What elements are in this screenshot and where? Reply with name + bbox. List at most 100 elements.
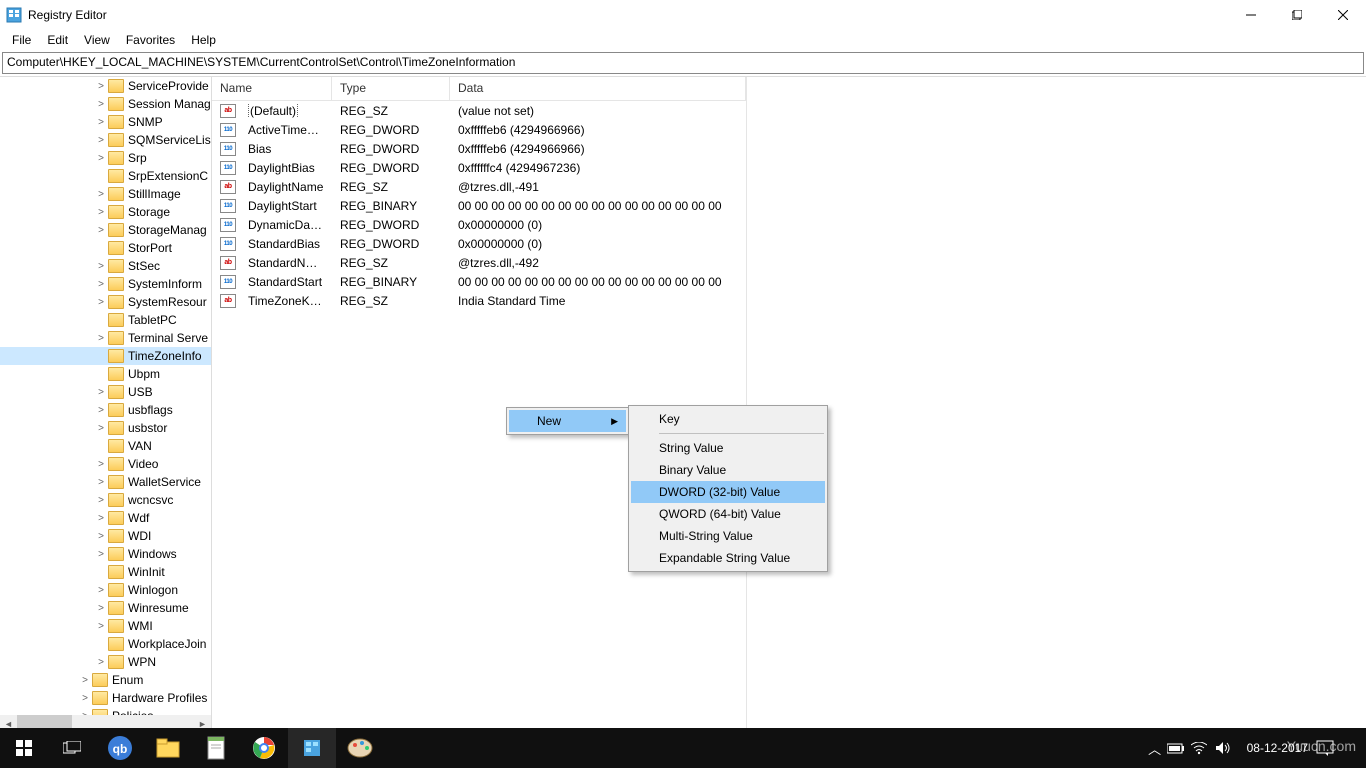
tree-item[interactable]: >WDI (0, 527, 211, 545)
tree-item[interactable]: >Wdf (0, 509, 211, 527)
expand-icon[interactable]: > (95, 261, 107, 272)
ctx-item[interactable]: QWORD (64-bit) Value (631, 503, 825, 525)
tree-item[interactable]: WorkplaceJoin (0, 635, 211, 653)
expand-icon[interactable]: > (95, 621, 107, 632)
expand-icon[interactable]: > (95, 99, 107, 110)
list-row[interactable]: StandardNameREG_SZ@tzres.dll,-492 (212, 253, 746, 272)
expand-icon[interactable]: > (95, 333, 107, 344)
expand-icon[interactable]: > (95, 225, 107, 236)
close-button[interactable] (1320, 0, 1366, 30)
col-data[interactable]: Data (450, 77, 746, 100)
tree-item[interactable]: >SQMServiceLis (0, 131, 211, 149)
tree-item[interactable]: >Video (0, 455, 211, 473)
list-row[interactable]: ActiveTimeBiasREG_DWORD0xfffffeb6 (42949… (212, 120, 746, 139)
tree-item[interactable]: >Terminal Serve (0, 329, 211, 347)
taskbar-app-explorer[interactable] (144, 728, 192, 768)
expand-icon[interactable]: > (95, 477, 107, 488)
expand-icon[interactable]: > (95, 279, 107, 290)
menu-file[interactable]: File (4, 31, 39, 49)
expand-icon[interactable]: > (79, 693, 91, 704)
tree-item[interactable]: >WalletService (0, 473, 211, 491)
expand-icon[interactable]: > (95, 117, 107, 128)
ctx-item[interactable]: Binary Value (631, 459, 825, 481)
expand-icon[interactable]: > (95, 387, 107, 398)
col-name[interactable]: Name (212, 77, 332, 100)
tray-battery-icon[interactable] (1167, 743, 1191, 754)
menu-help[interactable]: Help (183, 31, 224, 49)
expand-icon[interactable]: > (79, 675, 91, 686)
expand-icon[interactable]: > (95, 603, 107, 614)
tray-wifi-icon[interactable] (1191, 742, 1215, 755)
list-row[interactable]: DaylightStartREG_BINARY00 00 00 00 00 00… (212, 196, 746, 215)
expand-icon[interactable]: > (95, 81, 107, 92)
taskview-button[interactable] (48, 728, 96, 768)
menu-favorites[interactable]: Favorites (118, 31, 183, 49)
start-button[interactable] (0, 728, 48, 768)
tree-item[interactable]: >usbstor (0, 419, 211, 437)
system-tray[interactable]: ︿ 08-12-2017 (1143, 728, 1366, 768)
list-row[interactable]: DaylightBiasREG_DWORD0xffffffc4 (4294967… (212, 158, 746, 177)
expand-icon[interactable]: > (95, 459, 107, 470)
expand-icon[interactable]: > (95, 207, 107, 218)
tree-item[interactable]: >SystemInform (0, 275, 211, 293)
ctx-item[interactable]: String Value (631, 437, 825, 459)
col-type[interactable]: Type (332, 77, 450, 100)
taskbar-app-paint[interactable] (336, 728, 384, 768)
expand-icon[interactable]: > (95, 513, 107, 524)
tree-item[interactable]: >WPN (0, 653, 211, 671)
expand-icon[interactable]: > (95, 549, 107, 560)
tree-item[interactable]: >SystemResour (0, 293, 211, 311)
taskbar-app-regedit[interactable] (288, 728, 336, 768)
list-row[interactable]: (Default)REG_SZ(value not set) (212, 101, 746, 120)
ctx-item[interactable]: Multi-String Value (631, 525, 825, 547)
taskbar-app-qbit[interactable]: qb (96, 728, 144, 768)
list-row[interactable]: DynamicDayligh...REG_DWORD0x00000000 (0) (212, 215, 746, 234)
ctx-item[interactable]: Key (631, 408, 825, 430)
tree-item[interactable]: >Hardware Profiles (0, 689, 211, 707)
tray-chevron-up-icon[interactable]: ︿ (1143, 739, 1167, 758)
address-bar[interactable]: Computer\HKEY_LOCAL_MACHINE\SYSTEM\Curre… (2, 52, 1364, 74)
tree-item[interactable]: >StillImage (0, 185, 211, 203)
list-view[interactable]: Name Type Data (Default)REG_SZ(value not… (212, 77, 1366, 732)
minimize-button[interactable] (1228, 0, 1274, 30)
tree-item[interactable]: TimeZoneInfo (0, 347, 211, 365)
expand-icon[interactable]: > (95, 657, 107, 668)
taskbar-app-chrome[interactable] (240, 728, 288, 768)
list-row[interactable]: StandardBiasREG_DWORD0x00000000 (0) (212, 234, 746, 253)
expand-icon[interactable]: > (95, 531, 107, 542)
expand-icon[interactable]: > (95, 189, 107, 200)
tree-item[interactable]: SrpExtensionC (0, 167, 211, 185)
tree-item[interactable]: VAN (0, 437, 211, 455)
ctx-item[interactable]: Expandable String Value (631, 547, 825, 569)
expand-icon[interactable]: > (95, 585, 107, 596)
tree-view[interactable]: >ServiceProvide>Session Manag>SNMP>SQMSe… (0, 77, 212, 732)
tray-clock[interactable]: 08-12-2017 (1239, 741, 1316, 755)
menu-view[interactable]: View (76, 31, 118, 49)
tree-item[interactable]: >WMI (0, 617, 211, 635)
tree-item[interactable]: >SNMP (0, 113, 211, 131)
list-row[interactable]: StandardStartREG_BINARY00 00 00 00 00 00… (212, 272, 746, 291)
expand-icon[interactable]: > (95, 423, 107, 434)
tree-item[interactable]: >Windows (0, 545, 211, 563)
tree-item[interactable]: >Winlogon (0, 581, 211, 599)
tree-item[interactable]: >wcncsvc (0, 491, 211, 509)
tree-item[interactable]: >Storage (0, 203, 211, 221)
tree-item[interactable]: >StSec (0, 257, 211, 275)
expand-icon[interactable]: > (95, 297, 107, 308)
tree-item[interactable]: >Srp (0, 149, 211, 167)
list-row[interactable]: DaylightNameREG_SZ@tzres.dll,-491 (212, 177, 746, 196)
expand-icon[interactable]: > (95, 495, 107, 506)
tree-item[interactable]: TabletPC (0, 311, 211, 329)
taskbar[interactable]: qb ︿ 08-12-2017 (0, 728, 1366, 768)
tree-item[interactable]: >ServiceProvide (0, 77, 211, 95)
tree-item[interactable]: >Winresume (0, 599, 211, 617)
expand-icon[interactable]: > (95, 135, 107, 146)
maximize-button[interactable] (1274, 0, 1320, 30)
tree-item[interactable]: >StorageManag (0, 221, 211, 239)
tree-item[interactable]: >USB (0, 383, 211, 401)
ctx-new[interactable]: New ▶ (509, 410, 626, 432)
tree-item[interactable]: >Session Manag (0, 95, 211, 113)
menu-edit[interactable]: Edit (39, 31, 76, 49)
tree-item[interactable]: Ubpm (0, 365, 211, 383)
tree-item[interactable]: >usbflags (0, 401, 211, 419)
